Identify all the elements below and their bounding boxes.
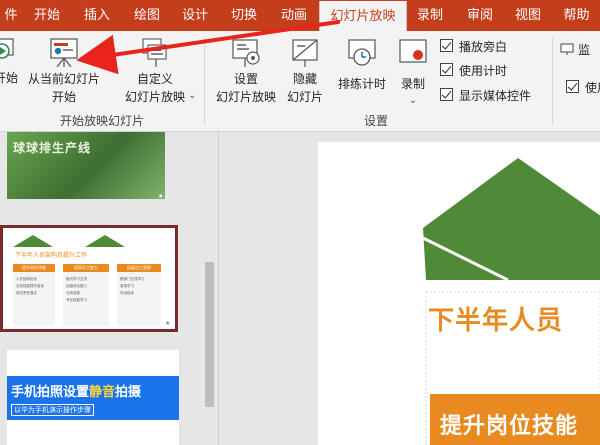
column-header: 提升岗位技能 [13, 264, 55, 272]
slide-marker-icon: ★ [165, 320, 171, 327]
column-items: 人员结构优化 业务技能提升培训 岗位责任落实 [16, 277, 44, 295]
slide-thumbnail-selected[interactable]: 下半年人员架构及提升工作 提升岗位技能 人员结构优化 业务技能提升培训 岗位责任… [0, 225, 178, 332]
slide-a-text: 球球排生产线 [13, 141, 92, 155]
slide-b-column: 提高员工能力 组织学习交流 加强综合能力 业务讲座 专业技能学习 [63, 264, 109, 326]
slide-c-title: 手机拍照设置静音拍摄 [11, 385, 142, 400]
column-items: 跨部门交流学习 参观学习 外出培训 [120, 277, 145, 295]
slide-marker-icon: ★ [158, 193, 164, 200]
main-slide-canvas[interactable]: 下半年人员 提升岗位技能 [318, 142, 600, 445]
main-slide-title[interactable]: 下半年人员 [428, 300, 563, 337]
slide-editor: 下半年人员 提升岗位技能 [220, 132, 600, 445]
slide-b-column: 拓展员工视野 跨部门交流学习 参观学习 外出培训 [117, 264, 161, 326]
main-slide-subtitle[interactable]: 提升岗位技能 [440, 408, 578, 440]
column-header: 拓展员工视野 [117, 264, 161, 272]
annotation-arrow-icon [76, 20, 340, 75]
slide-c-subtitle: 以华为手机演示操作步骤 [11, 404, 94, 416]
column-header: 提高员工能力 [63, 264, 109, 272]
main-slide-shapes [422, 158, 600, 445]
column-items: 组织学习交流 加强综合能力 业务讲座 专业技能学习 [66, 277, 87, 302]
slide-thumbnail[interactable]: 手机拍照设置静音拍摄 以华为手机演示操作步骤 [7, 350, 179, 445]
slide-b-title: 下半年人员架构及提升工作 [15, 252, 88, 259]
scrollbar-thumb[interactable] [205, 262, 214, 407]
slide-thumbnail[interactable]: 球球排生产线 ★ [7, 132, 165, 200]
slide-b-shapes [13, 235, 125, 247]
thumbnail-scrollbar[interactable] [201, 132, 217, 445]
slide-c-banner: 手机拍照设置静音拍摄 以华为手机演示操作步骤 [7, 376, 179, 420]
slide-thumbnail-pane: 球球排生产线 ★ 下半年人员架构及提升工作 提升岗位技能 人员结构优化 业务技能… [0, 132, 219, 445]
slide-b-column: 提升岗位技能 人员结构优化 业务技能提升培训 岗位责任落实 [13, 264, 55, 326]
